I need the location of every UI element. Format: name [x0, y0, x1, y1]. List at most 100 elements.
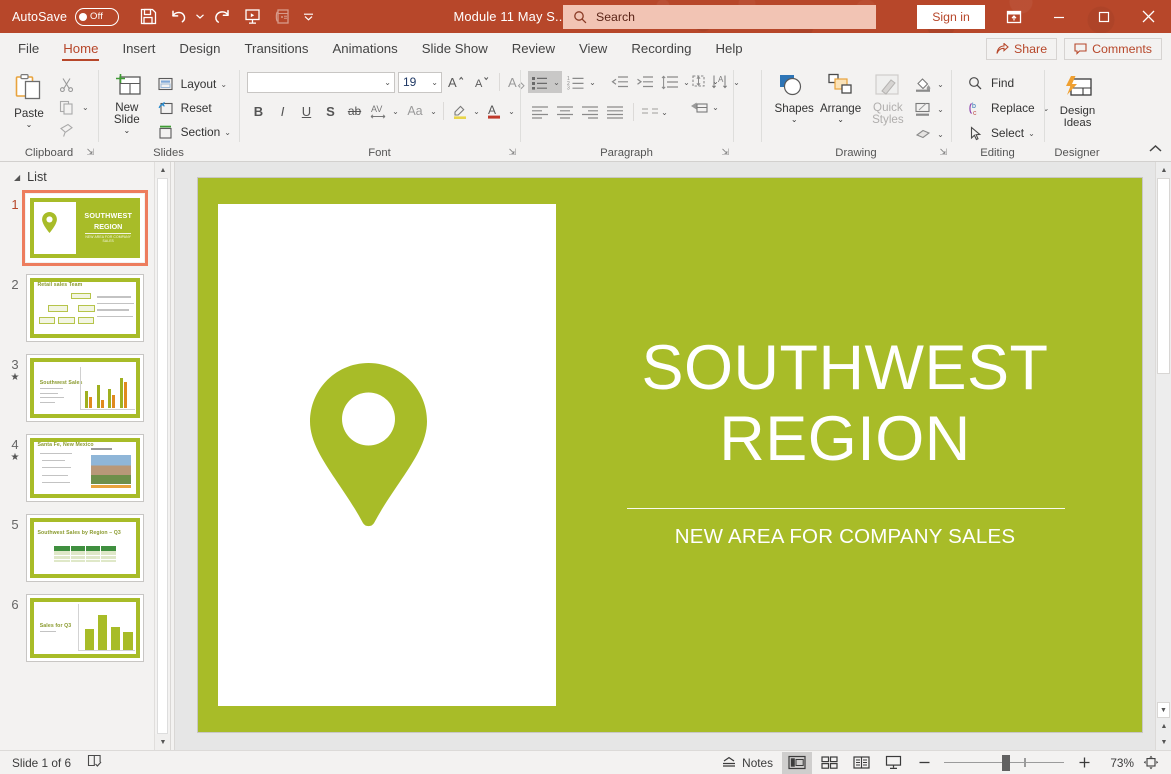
thumbnail-item-5[interactable]: 5 Southwest Sales by Region – Q3 [0, 514, 170, 582]
canvas-scroll-up-icon[interactable]: ▲ [1156, 162, 1171, 178]
convert-to-smartart-button[interactable]: ⌄ [687, 96, 721, 118]
thumbnail-scrollbar[interactable]: ▲ ▼ [154, 162, 170, 750]
thumbnail-item-1[interactable]: 1 SOUTHWEST REGION NEW AREA FOR COMPANY … [0, 190, 170, 266]
zoom-in-button[interactable] [1071, 752, 1097, 774]
arrange-button[interactable]: Arrange ⌄ [817, 69, 863, 124]
tab-recording[interactable]: Recording [619, 33, 703, 64]
arrange-caret[interactable]: ⌄ [837, 116, 844, 124]
slide-sorter-view-button[interactable] [815, 752, 844, 774]
minimize-button[interactable] [1036, 0, 1081, 33]
save-icon[interactable] [133, 3, 163, 31]
canvas-scrollbar[interactable]: ▲ ▼ ▲ ▼ [1155, 162, 1171, 750]
autosave-toggle[interactable]: Off [75, 7, 120, 26]
reset-button[interactable]: Reset [151, 97, 234, 119]
slide-canvas[interactable]: SOUTHWEST REGION NEW AREA FOR COMPANY SA… [175, 162, 1171, 750]
change-case-button[interactable]: Aa ⌄ [402, 100, 439, 122]
slide-subtitle-text[interactable]: NEW AREA FOR COMPANY SALES [600, 525, 1090, 549]
numbering-button[interactable]: 123 ⌄ [564, 71, 598, 93]
copy-dropdown-caret[interactable]: ⌄ [82, 103, 89, 112]
font-name-caret[interactable]: ⌄ [384, 78, 391, 87]
map-pin-icon[interactable] [310, 363, 427, 536]
thumbnail-item-4[interactable]: 4 ★ Santa Fe, New Mexico [0, 434, 170, 502]
cut-button[interactable] [52, 73, 92, 95]
thumbnail-preview-2[interactable]: Retail sales Team [26, 274, 144, 342]
increase-indent-button[interactable] [633, 71, 656, 93]
font-size-caret[interactable]: ⌄ [431, 78, 438, 87]
tab-help[interactable]: Help [703, 33, 754, 64]
columns-button[interactable]: ⌄ [641, 106, 670, 119]
design-ideas-button[interactable]: Design Ideas [1050, 71, 1105, 129]
font-color-caret[interactable]: ⌄ [506, 107, 517, 116]
copy-button[interactable]: ⌄ [52, 96, 92, 118]
start-from-beginning-icon[interactable] [237, 3, 267, 31]
thumbnail-preview-4[interactable]: Santa Fe, New Mexico [26, 434, 144, 502]
tab-file[interactable]: File [6, 33, 51, 64]
zoom-slider-handle[interactable] [1002, 754, 1010, 771]
collapse-ribbon-button[interactable] [1149, 144, 1162, 156]
canvas-scroll-thumb[interactable] [1157, 178, 1170, 374]
align-text-button[interactable]: ⌄ [687, 70, 721, 92]
current-slide[interactable]: SOUTHWEST REGION NEW AREA FOR COMPANY SA… [198, 178, 1142, 732]
numbering-caret[interactable]: ⌄ [587, 78, 598, 87]
thumbnail-item-2[interactable]: 2 Retail sales Team [0, 274, 170, 342]
undo-icon[interactable] [163, 3, 193, 31]
shape-outline-caret[interactable]: ⌄ [935, 105, 946, 114]
tab-view[interactable]: View [567, 33, 619, 64]
decrease-font-size-icon[interactable]: A [471, 71, 494, 93]
font-size-input[interactable]: 19 ⌄ [398, 71, 442, 93]
touch-mode-icon[interactable] [267, 3, 297, 31]
select-caret[interactable]: ⌄ [1028, 129, 1035, 138]
tab-insert[interactable]: Insert [110, 33, 167, 64]
canvas-previous-slide-icon[interactable]: ▲ [1156, 718, 1171, 734]
reading-view-button[interactable] [847, 752, 876, 774]
shape-effects-button[interactable]: ⌄ [912, 123, 946, 145]
thumbnail-item-6[interactable]: 6 Sales for Q3 [0, 594, 170, 662]
text-highlight-button[interactable]: ⌄ [448, 100, 482, 122]
normal-view-button[interactable] [782, 751, 812, 774]
canvas-next-slide-icon[interactable]: ▼ [1156, 734, 1171, 750]
quick-styles-button[interactable]: Quick Styles [864, 69, 912, 126]
replace-button[interactable]: bc Replace ⌄ [961, 97, 1052, 119]
tab-transitions[interactable]: Transitions [232, 33, 320, 64]
justify-button[interactable] [603, 101, 626, 123]
thumbnail-scroll-down-icon[interactable]: ▼ [155, 734, 170, 750]
accessibility-checker-icon[interactable] [87, 754, 102, 771]
section-button[interactable]: Section ⌄ [151, 121, 234, 143]
align-left-button[interactable] [528, 101, 551, 123]
section-dropdown-caret[interactable]: ⌄ [224, 128, 231, 137]
share-button[interactable]: Share [986, 37, 1058, 60]
paste-button[interactable]: Paste ⌄ [6, 69, 52, 129]
thumbnail-preview-6[interactable]: Sales for Q3 [26, 594, 144, 662]
shape-fill-caret[interactable]: ⌄ [935, 80, 946, 89]
clipboard-dialog-launcher[interactable]: ⇲ [86, 144, 94, 161]
increase-font-size-icon[interactable]: A [445, 71, 468, 93]
bullets-caret[interactable]: ⌄ [551, 78, 562, 87]
bold-button[interactable]: B [247, 100, 270, 122]
paste-dropdown-caret[interactable]: ⌄ [26, 121, 33, 129]
new-slide-button[interactable]: New Slide ⌄ [107, 69, 147, 135]
slide-title-text[interactable]: SOUTHWEST REGION [600, 333, 1090, 475]
canvas-scroll-page-down[interactable]: ▼ [1157, 702, 1170, 718]
columns-caret[interactable]: ⌄ [659, 108, 670, 117]
align-right-button[interactable] [578, 101, 601, 123]
new-slide-dropdown-caret[interactable]: ⌄ [123, 127, 130, 135]
align-center-button[interactable] [553, 101, 576, 123]
section-collapse-triangle-icon[interactable]: ◢ [14, 173, 20, 182]
fit-slide-to-window-button[interactable] [1137, 752, 1165, 774]
align-text-caret[interactable]: ⌄ [710, 77, 721, 86]
tab-design[interactable]: Design [167, 33, 232, 64]
tab-home[interactable]: Home [51, 33, 110, 64]
thumbnail-scroll-up-icon[interactable]: ▲ [155, 162, 170, 178]
select-button[interactable]: Select ⌄ [961, 122, 1052, 144]
shapes-button[interactable]: Shapes ⌄ [771, 69, 817, 124]
tab-animations[interactable]: Animations [321, 33, 410, 64]
italic-button[interactable]: I [271, 100, 294, 122]
maximize-button[interactable] [1081, 0, 1126, 33]
thumbnail-preview-1[interactable]: SOUTHWEST REGION NEW AREA FOR COMPANY SA… [22, 190, 148, 266]
zoom-out-button[interactable] [911, 752, 937, 774]
comments-button[interactable]: Comments [1064, 37, 1162, 60]
underline-button[interactable]: U [295, 100, 318, 122]
paragraph-dialog-launcher[interactable]: ⇲ [721, 144, 729, 161]
shape-outline-button[interactable]: ⌄ [912, 98, 946, 120]
font-color-button[interactable]: A ⌄ [483, 100, 517, 122]
